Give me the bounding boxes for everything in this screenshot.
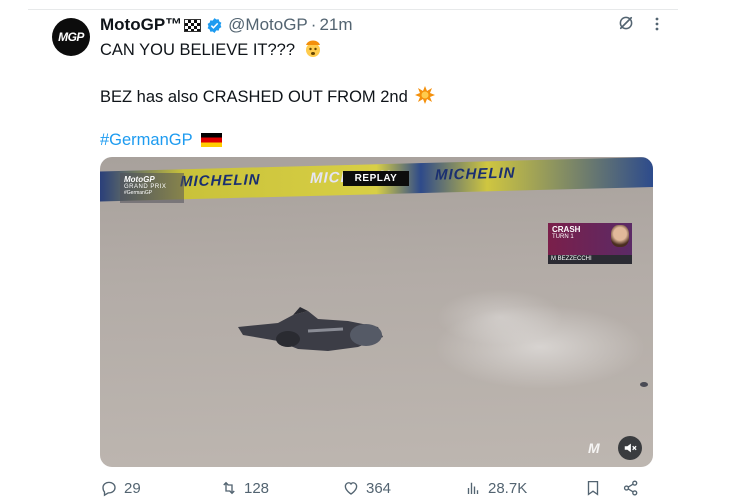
exploding-head-emoji-icon xyxy=(305,40,320,57)
post-header: MotoGP™ @MotoGP · 21m xyxy=(100,14,353,36)
rider-photo xyxy=(611,225,629,247)
avatar[interactable]: MGP xyxy=(52,18,90,56)
replay-badge: REPLAY xyxy=(343,171,409,186)
share-icon xyxy=(623,480,638,496)
post-text-line-2: BEZ has also CRASHED OUT FROM 2nd xyxy=(100,85,436,107)
post-text-line-1: CAN YOU BELIEVE IT??? xyxy=(100,38,323,60)
more-options-icon[interactable] xyxy=(650,16,664,32)
germany-flag-icon xyxy=(200,133,222,147)
banner-text: MICHELIN xyxy=(180,171,261,191)
debris xyxy=(640,382,648,387)
display-name[interactable]: MotoGP™ xyxy=(100,15,182,35)
reply-icon xyxy=(102,481,116,497)
post-text-line-3: #GermanGP xyxy=(100,131,222,150)
verified-badge-icon[interactable] xyxy=(206,17,223,34)
views-chart-icon xyxy=(467,482,479,494)
repost-icon xyxy=(223,481,235,495)
bookmark-button[interactable] xyxy=(584,477,602,499)
repost-count: 128 xyxy=(244,479,270,497)
video-player[interactable]: MICHELIN MICHELIN MICHELIN MotoGP GRAND … xyxy=(100,157,653,467)
grok-icon[interactable] xyxy=(617,14,635,32)
separator-dot: · xyxy=(310,15,317,34)
crash-graphic: CRASH TURN 1 M BEZZECCHI xyxy=(548,223,632,264)
reply-count: 29 xyxy=(124,479,141,497)
reply-button[interactable]: 29 xyxy=(100,477,141,499)
speaker-muted-icon xyxy=(624,443,637,453)
share-button[interactable] xyxy=(622,477,640,499)
heart-icon xyxy=(344,482,358,495)
collision-emoji-icon xyxy=(415,86,436,104)
post-time[interactable]: 21m xyxy=(319,15,352,35)
broadcast-logo: MotoGP GRAND PRIX #GermanGP xyxy=(120,173,184,203)
handle[interactable]: @MotoGP xyxy=(228,15,308,35)
broadcast-logo-tag: #GermanGP xyxy=(124,190,153,196)
crash-rider-name: M BEZZECCHI xyxy=(548,255,632,264)
action-bar: 29 128 364 28.7K xyxy=(100,477,653,499)
hashtag-link[interactable]: #GermanGP xyxy=(100,131,192,149)
top-divider xyxy=(28,9,678,10)
broadcast-logo-main: MotoGP xyxy=(124,175,155,184)
video-watermark: M xyxy=(588,440,600,456)
checkered-flag-icon xyxy=(184,18,202,32)
repost-button[interactable]: 128 xyxy=(220,477,269,499)
post-text-headline: CAN YOU BELIEVE IT??? xyxy=(100,41,296,59)
banner-text: MICHELIN xyxy=(435,164,516,184)
mute-button[interactable] xyxy=(618,436,642,460)
views-button[interactable]: 28.7K xyxy=(464,477,527,499)
like-button[interactable]: 364 xyxy=(342,477,391,499)
view-count: 28.7K xyxy=(488,479,528,497)
bookmark-icon xyxy=(587,480,599,496)
like-count: 364 xyxy=(366,479,392,497)
post-text-crash: BEZ has also CRASHED OUT FROM 2nd xyxy=(100,88,408,106)
avatar-logo-text: MGP xyxy=(58,30,84,44)
crashed-motorcycle xyxy=(238,307,383,351)
